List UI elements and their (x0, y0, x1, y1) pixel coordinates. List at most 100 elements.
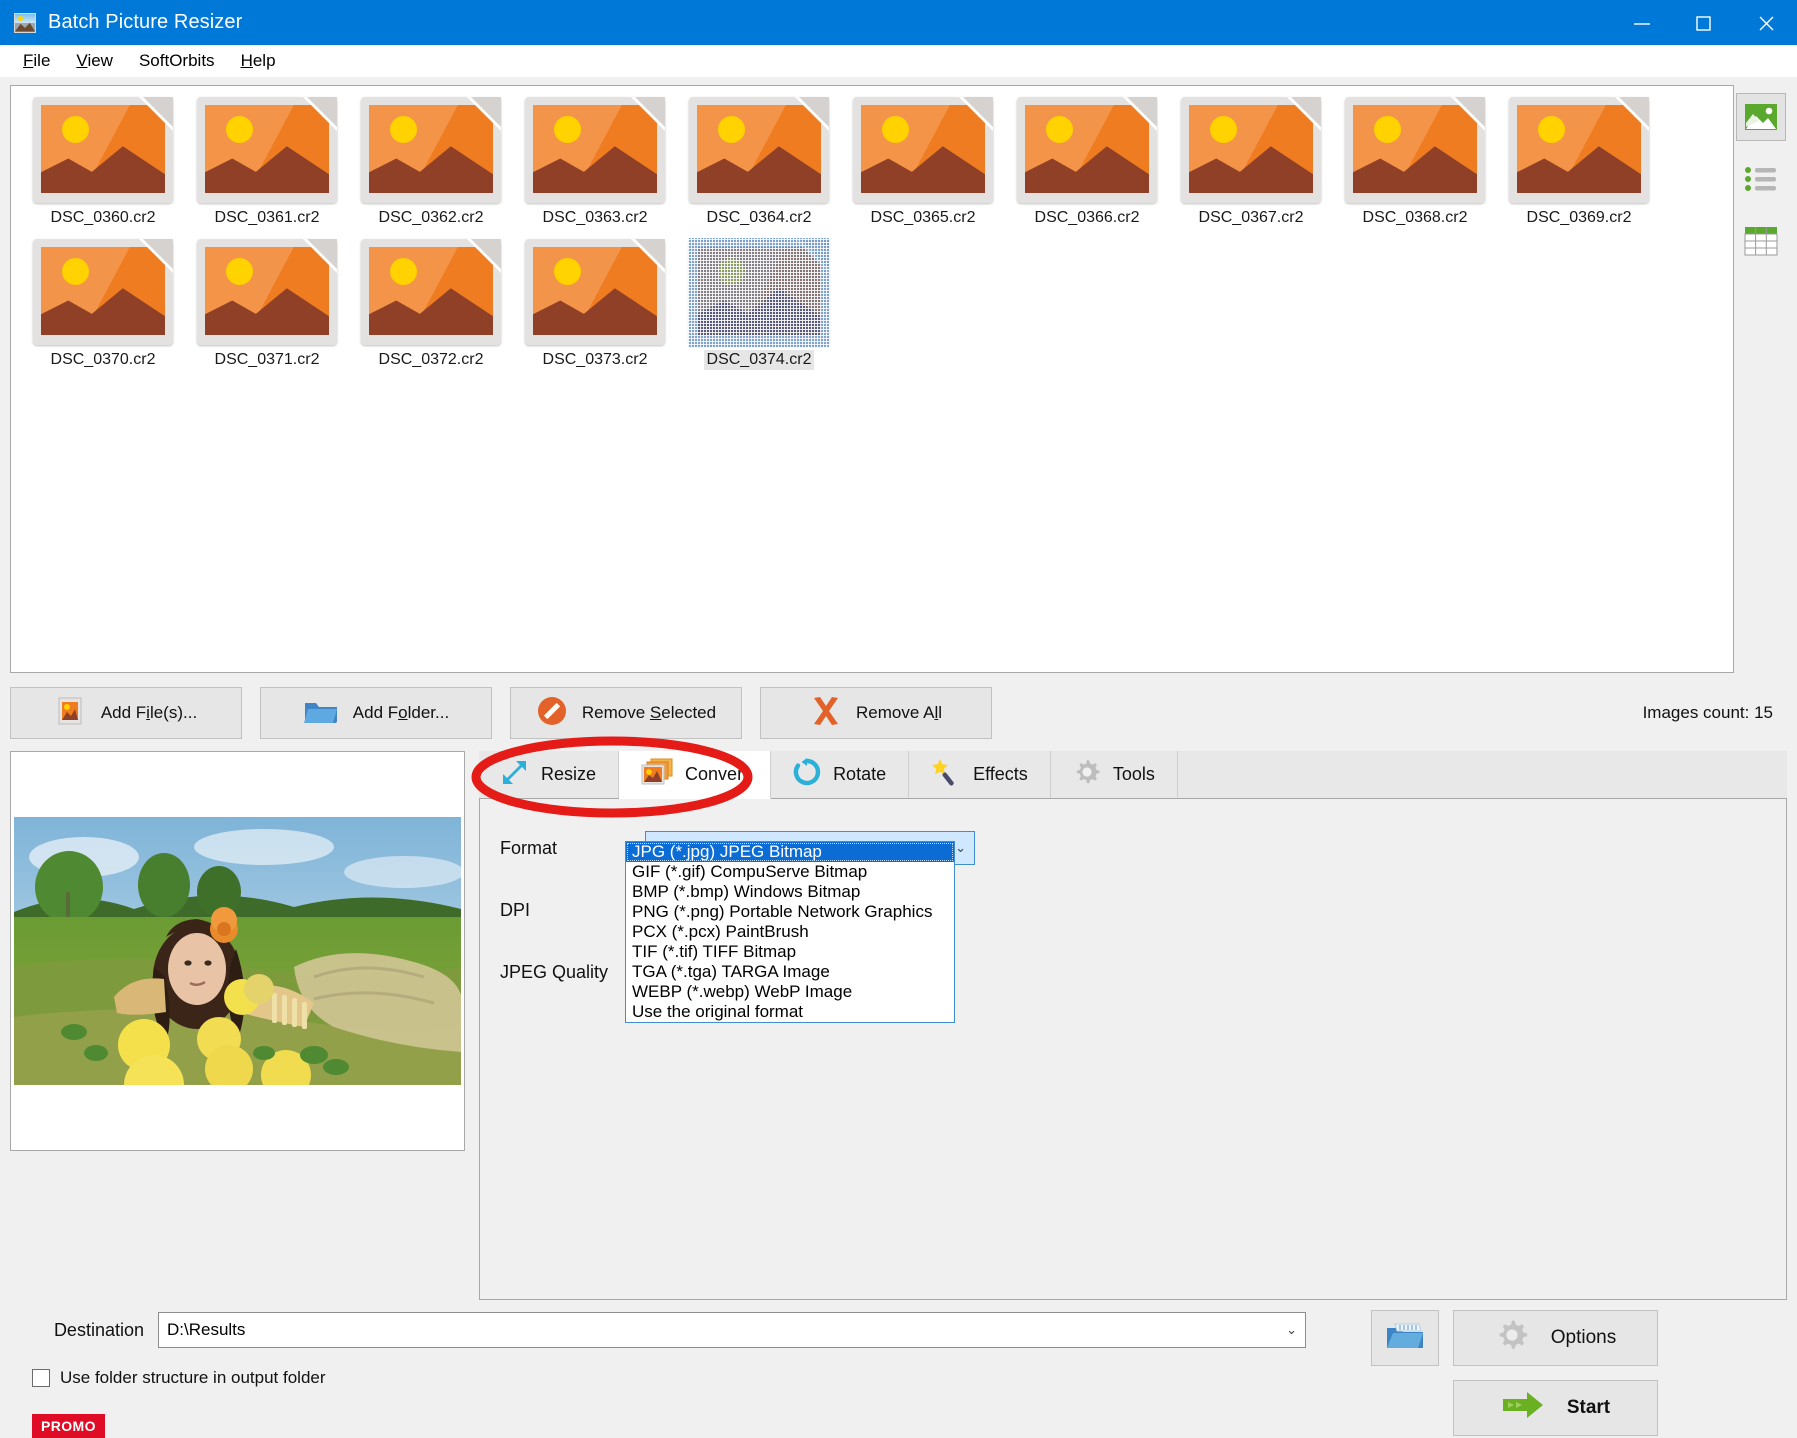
thumbnail-item[interactable]: DSC_0367.cr2 (1169, 94, 1333, 228)
thumbnail-item[interactable]: DSC_0369.cr2 (1497, 94, 1661, 228)
add-files-button[interactable]: Add File(s)... (10, 687, 242, 739)
start-button[interactable]: Start (1453, 1380, 1658, 1436)
menu-item-softorbits[interactable]: SoftOrbits (126, 48, 228, 74)
format-option[interactable]: GIF (*.gif) CompuServe Bitmap (626, 862, 954, 882)
maximize-button[interactable] (1673, 0, 1735, 45)
menu-item-help[interactable]: Help (228, 48, 289, 74)
tab-convert[interactable]: Convert (619, 751, 771, 799)
resize-arrows-icon (501, 759, 529, 790)
use-folder-structure-row[interactable]: Use folder structure in output folder (10, 1368, 1357, 1388)
chevron-down-icon: ⌄ (955, 840, 966, 856)
window-controls (1611, 0, 1797, 45)
thumbnail-image (28, 94, 178, 206)
thumbnail-image (356, 236, 506, 348)
format-option[interactable]: BMP (*.bmp) Windows Bitmap (626, 882, 954, 902)
thumbnail-item[interactable]: DSC_0362.cr2 (349, 94, 513, 228)
add-files-icon (55, 697, 87, 730)
thumbnail-item[interactable]: DSC_0370.cr2 (21, 236, 185, 370)
format-option[interactable]: TGA (*.tga) TARGA Image (626, 962, 954, 982)
menu-item-softorbits-label: SoftOrbits (139, 51, 215, 70)
tab-tools[interactable]: Tools (1051, 751, 1178, 798)
thumbnail-item[interactable]: DSC_0372.cr2 (349, 236, 513, 370)
preview-image (14, 817, 461, 1085)
close-button[interactable] (1735, 0, 1797, 45)
format-dropdown-list[interactable]: JPG (*.jpg) JPEG BitmapGIF (*.gif) Compu… (625, 841, 955, 1023)
destination-input[interactable]: D:\Results ⌄ (158, 1312, 1306, 1348)
format-option[interactable]: Use the original format (626, 1002, 954, 1022)
thumbnail-item[interactable]: DSC_0373.cr2 (513, 236, 677, 370)
thumbnail-label: DSC_0367.cr2 (1196, 208, 1307, 228)
format-option[interactable]: PNG (*.png) Portable Network Graphics (626, 902, 954, 922)
thumbnail-item[interactable]: DSC_0374.cr2 (677, 236, 841, 370)
thumbnail-label: DSC_0365.cr2 (868, 208, 979, 228)
thumbnail-item[interactable]: DSC_0360.cr2 (21, 94, 185, 228)
thumbnail-label: DSC_0363.cr2 (540, 208, 651, 228)
tab-effects[interactable]: Effects (909, 751, 1051, 798)
format-label: Format (500, 838, 645, 859)
remove-selected-label: Remove Selected (582, 703, 716, 723)
convert-images-icon (641, 758, 673, 791)
thumbnail-image (1340, 94, 1490, 206)
application-window: Batch Picture Resizer File View SoftOrbi… (0, 0, 1797, 1438)
thumbnail-label: DSC_0369.cr2 (1524, 208, 1635, 228)
destination-value: D:\Results (167, 1320, 245, 1340)
thumbnail-image (684, 236, 834, 348)
thumbnail-label: DSC_0361.cr2 (212, 208, 323, 228)
thumbnail-label: DSC_0364.cr2 (704, 208, 815, 228)
add-folder-button[interactable]: Add Folder... (260, 687, 492, 739)
thumbnail-label: DSC_0360.cr2 (48, 208, 159, 228)
menu-item-file[interactable]: File (10, 48, 63, 74)
options-button[interactable]: Options (1453, 1310, 1658, 1366)
magic-wand-icon (931, 758, 961, 791)
green-arrow-icon (1501, 1389, 1545, 1427)
thumbnail-item[interactable]: DSC_0363.cr2 (513, 94, 677, 228)
menu-item-view[interactable]: View (63, 48, 126, 74)
thumbnail-item[interactable]: DSC_0366.cr2 (1005, 94, 1169, 228)
minimize-button[interactable] (1611, 0, 1673, 45)
open-folder-icon (1385, 1320, 1425, 1357)
browse-destination-button[interactable] (1371, 1310, 1439, 1366)
promo-badge[interactable]: PROMO (32, 1414, 105, 1438)
x-cross-icon (810, 695, 842, 732)
tab-rotate[interactable]: Rotate (771, 751, 909, 798)
title-bar: Batch Picture Resizer (0, 0, 1797, 45)
thumbnail-image (684, 94, 834, 206)
format-option[interactable]: PCX (*.pcx) PaintBrush (626, 922, 954, 942)
view-mode-thumbnails-button[interactable] (1736, 93, 1786, 141)
no-entry-icon (536, 695, 568, 732)
thumbnail-item[interactable]: DSC_0368.cr2 (1333, 94, 1497, 228)
remove-selected-button[interactable]: Remove Selected (510, 687, 742, 739)
thumbnail-image (1176, 94, 1326, 206)
thumbnail-panel[interactable]: DSC_0360.cr2 DSC_0361.cr2 DSC_0362.cr2 D… (10, 85, 1734, 673)
remove-all-button[interactable]: Remove All (760, 687, 992, 739)
use-folder-structure-checkbox[interactable] (32, 1369, 50, 1387)
gear-icon (1495, 1318, 1529, 1358)
images-count-label: Images count: 15 (1643, 703, 1787, 723)
view-mode-list-button[interactable] (1736, 155, 1786, 203)
top-region: DSC_0360.cr2 DSC_0361.cr2 DSC_0362.cr2 D… (0, 85, 1797, 673)
menu-item-file-label: ile (33, 51, 50, 70)
menu-bar: File View SoftOrbits Help (0, 45, 1797, 77)
thumbnail-image (1504, 94, 1654, 206)
thumbnail-item[interactable]: DSC_0365.cr2 (841, 94, 1005, 228)
thumbnail-grid: DSC_0360.cr2 DSC_0361.cr2 DSC_0362.cr2 D… (11, 86, 1733, 378)
thumbnail-image (520, 94, 670, 206)
rotate-circular-arrow-icon (793, 758, 821, 791)
thumbnail-label: DSC_0366.cr2 (1032, 208, 1143, 228)
thumbnail-label: DSC_0372.cr2 (376, 350, 487, 370)
format-option[interactable]: WEBP (*.webp) WebP Image (626, 982, 954, 1002)
remove-all-label: Remove All (856, 703, 942, 723)
format-option[interactable]: JPG (*.jpg) JPEG Bitmap (626, 842, 954, 862)
thumbnail-item[interactable]: DSC_0364.cr2 (677, 94, 841, 228)
gear-tools-icon (1073, 758, 1101, 791)
tab-resize[interactable]: Resize (479, 751, 619, 798)
thumbnail-item[interactable]: DSC_0371.cr2 (185, 236, 349, 370)
view-mode-details-button[interactable] (1736, 217, 1786, 265)
format-option[interactable]: TIF (*.tif) TIFF Bitmap (626, 942, 954, 962)
operations-tabs-area: Resize (479, 751, 1787, 1300)
app-photo-icon (14, 13, 36, 33)
thumbnail-item[interactable]: DSC_0361.cr2 (185, 94, 349, 228)
tab-rotate-label: Rotate (833, 764, 886, 785)
options-label: Options (1551, 1327, 1616, 1349)
thumbnail-image (192, 236, 342, 348)
